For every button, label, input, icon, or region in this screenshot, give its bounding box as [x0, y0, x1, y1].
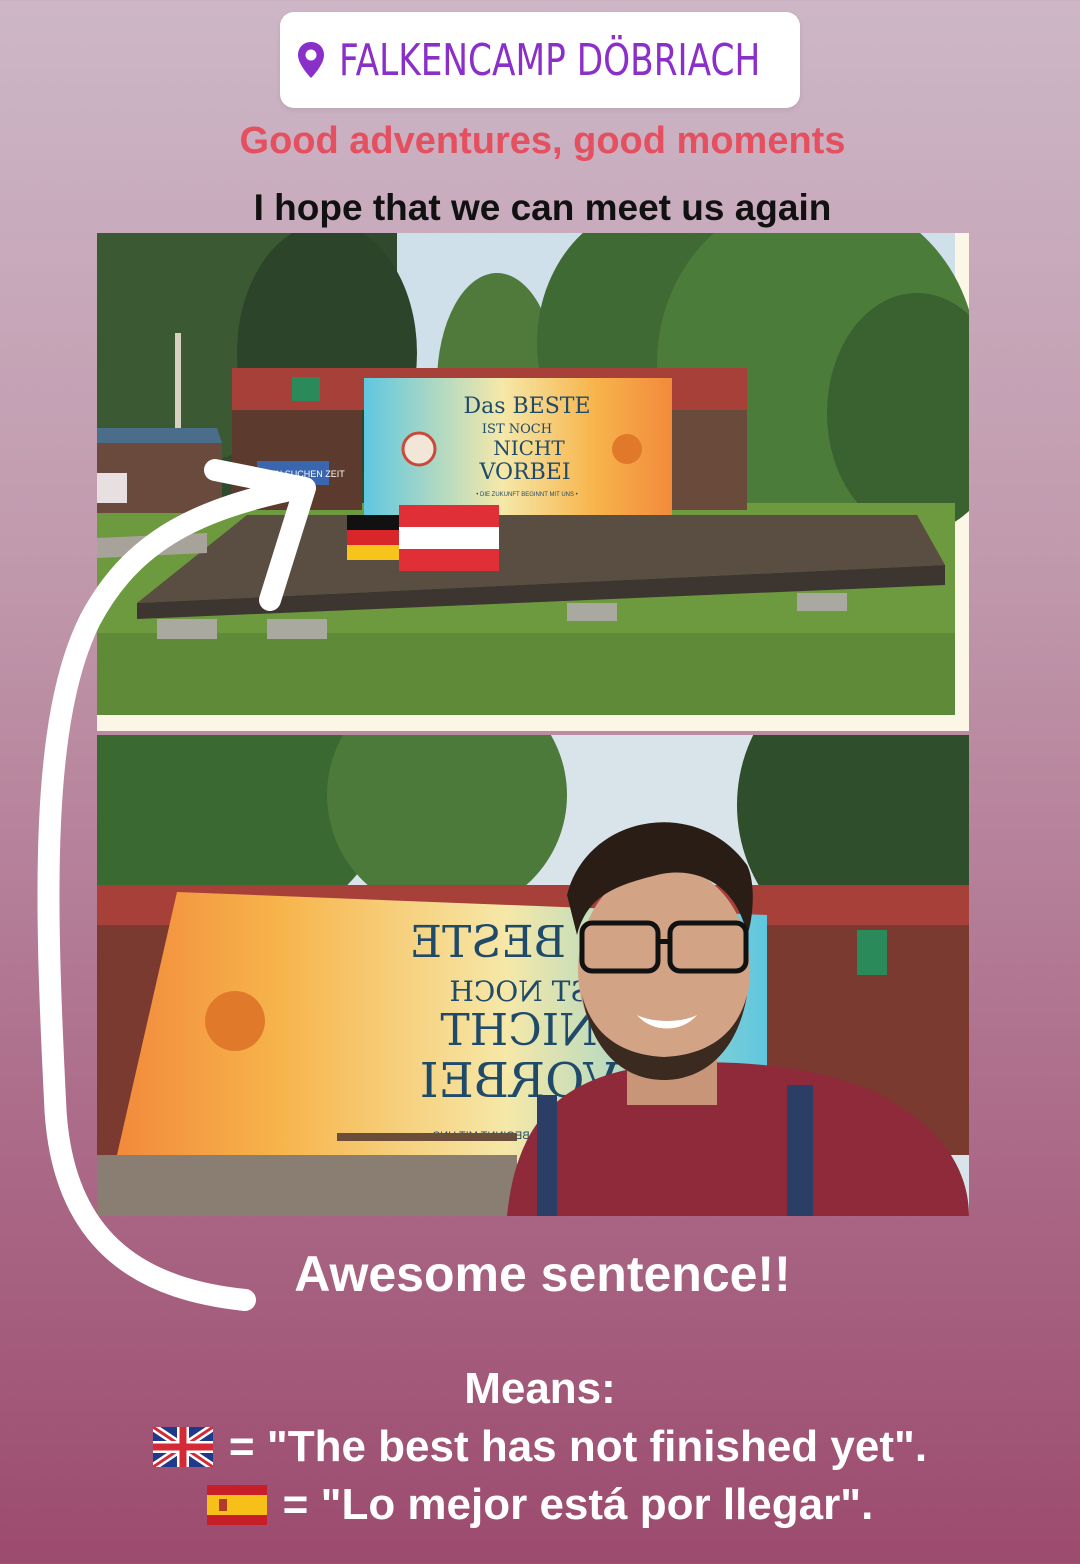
- means-block: Means: = "The best has not finished yet"…: [0, 1360, 1080, 1534]
- means-label: Means:: [464, 1364, 616, 1413]
- uk-flag-icon: [152, 1427, 213, 1467]
- translation-english-text: = "The best has not finished yet".: [228, 1422, 928, 1471]
- awesome-sentence-text: Awesome sentence!!: [294, 1246, 791, 1302]
- spain-flag-icon: [206, 1485, 267, 1525]
- translation-english: = "The best has not finished yet".: [0, 1418, 1080, 1476]
- translation-spanish: = "Lo mejor está por llegar".: [0, 1476, 1080, 1534]
- curved-arrow-icon: [37, 459, 316, 1311]
- translation-spanish-text: = "Lo mejor está por llegar".: [282, 1480, 874, 1529]
